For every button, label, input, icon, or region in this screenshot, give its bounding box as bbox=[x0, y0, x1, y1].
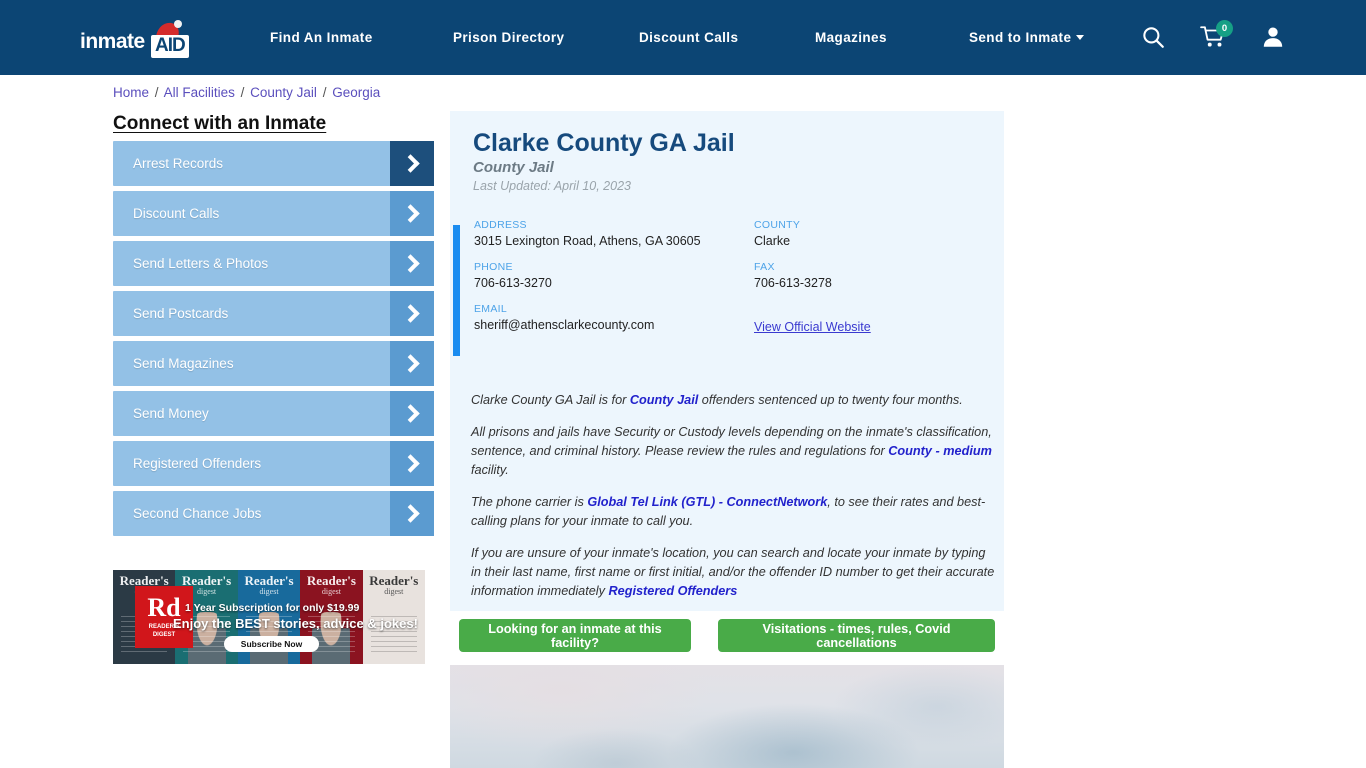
ad-cover-title: Reader's bbox=[369, 573, 419, 588]
breadcrumb: Home / All Facilities / County Jail / Ge… bbox=[113, 85, 380, 100]
ad-cover-sub: digest bbox=[259, 587, 279, 596]
chevron-right-icon bbox=[390, 241, 434, 286]
logo-aid-badge: AID bbox=[151, 35, 189, 58]
subscribe-now-button[interactable]: Subscribe Now bbox=[224, 636, 319, 652]
sidebar-item-second-chance-jobs[interactable]: Second Chance Jobs bbox=[113, 491, 434, 536]
facility-name: Clarke County GA Jail bbox=[473, 129, 735, 157]
link-county-jail[interactable]: County Jail bbox=[630, 393, 698, 407]
chevron-right-icon bbox=[390, 491, 434, 536]
sidebar-item-label: Send Magazines bbox=[133, 356, 234, 371]
desc-text: The phone carrier is bbox=[471, 495, 588, 509]
facility-photo bbox=[450, 665, 1004, 768]
logo-wordmark: inmate bbox=[80, 30, 145, 53]
sidebar-item-label: Second Chance Jobs bbox=[133, 506, 262, 521]
chevron-right-icon bbox=[390, 291, 434, 336]
view-official-website-link[interactable]: View Official Website bbox=[754, 320, 871, 334]
county-value: Clarke bbox=[754, 234, 791, 248]
desc-text: facility. bbox=[471, 463, 509, 477]
chevron-right-icon bbox=[390, 191, 434, 236]
sidebar-item-send-money[interactable]: Send Money bbox=[113, 391, 434, 436]
ad-cover-sub: digest bbox=[384, 587, 404, 596]
link-gtl-connectnetwork[interactable]: Global Tel Link (GTL) - ConnectNetwork bbox=[587, 495, 827, 509]
desc-text: Clarke County GA Jail is for bbox=[471, 393, 630, 407]
facility-type: County Jail bbox=[473, 159, 554, 176]
advertisement-banner[interactable]: Reader's digest Reader's digest Reader's… bbox=[113, 570, 425, 664]
fax-value: 706-613-3278 bbox=[754, 276, 832, 290]
site-header: inmate AID Find An Inmate Prison Directo… bbox=[0, 0, 1366, 75]
facility-info-column-right: COUNTY Clarke FAX 706-613-3278 View Offi… bbox=[754, 219, 871, 336]
facility-description: Clarke County GA Jail is for County Jail… bbox=[471, 391, 997, 614]
address-label: ADDRESS bbox=[474, 219, 527, 231]
ad-cover-title: Reader's bbox=[306, 573, 356, 588]
sidebar-item-send-letters-photos[interactable]: Send Letters & Photos bbox=[113, 241, 434, 286]
chevron-right-icon bbox=[390, 141, 434, 186]
chevron-right-icon bbox=[390, 391, 434, 436]
cart-count-badge: 0 bbox=[1216, 20, 1233, 37]
sidebar-item-label: Send Money bbox=[133, 406, 209, 421]
visitations-button[interactable]: Visitations - times, rules, Covid cancel… bbox=[718, 619, 995, 652]
user-icon[interactable] bbox=[1260, 24, 1286, 50]
sidebar-item-label: Send Postcards bbox=[133, 306, 229, 321]
breadcrumb-separator: / bbox=[322, 85, 327, 100]
breadcrumb-item-county-jail[interactable]: County Jail bbox=[250, 85, 317, 100]
sidebar-item-registered-offenders[interactable]: Registered Offenders bbox=[113, 441, 434, 486]
sidebar-item-arrest-records[interactable]: Arrest Records bbox=[113, 141, 434, 186]
ad-cover-title: Reader's bbox=[244, 573, 294, 588]
breadcrumb-item-all-facilities[interactable]: All Facilities bbox=[164, 85, 235, 100]
email-label: EMAIL bbox=[474, 303, 508, 315]
link-registered-offenders[interactable]: Registered Offenders bbox=[609, 584, 738, 598]
sidebar-item-label: Send Letters & Photos bbox=[133, 256, 269, 271]
looking-for-inmate-button[interactable]: Looking for an inmate at this facility? bbox=[459, 619, 691, 652]
nav-prison-directory[interactable]: Prison Directory bbox=[453, 30, 564, 45]
sidebar-item-label: Discount Calls bbox=[133, 206, 220, 221]
address-value: 3015 Lexington Road, Athens, GA 30605 bbox=[474, 234, 701, 248]
accent-bar bbox=[453, 225, 460, 356]
search-icon[interactable] bbox=[1140, 24, 1166, 50]
chevron-right-icon bbox=[390, 341, 434, 386]
breadcrumb-item-georgia[interactable]: Georgia bbox=[332, 85, 380, 100]
nav-send-to-inmate[interactable]: Send to Inmate bbox=[969, 30, 1085, 45]
nav-discount-calls[interactable]: Discount Calls bbox=[639, 30, 738, 45]
ad-headline: 1 Year Subscription for only $19.99 bbox=[185, 602, 360, 614]
breadcrumb-separator: / bbox=[240, 85, 245, 100]
nav-magazines[interactable]: Magazines bbox=[815, 30, 887, 45]
sidebar-item-label: Registered Offenders bbox=[133, 456, 262, 471]
facility-info-column-left: ADDRESS 3015 Lexington Road, Athens, GA … bbox=[474, 219, 701, 345]
phone-label: PHONE bbox=[474, 261, 513, 273]
nav-find-an-inmate[interactable]: Find An Inmate bbox=[270, 30, 373, 45]
page-title: Connect with an Inmate bbox=[113, 113, 327, 134]
ad-subheadline: Enjoy the BEST stories, advice & jokes! bbox=[173, 616, 418, 631]
description-paragraph-2: All prisons and jails have Security or C… bbox=[471, 423, 997, 480]
link-county-medium[interactable]: County - medium bbox=[888, 444, 992, 458]
description-paragraph-1: Clarke County GA Jail is for County Jail… bbox=[471, 391, 997, 410]
sidebar-item-discount-calls[interactable]: Discount Calls bbox=[113, 191, 434, 236]
county-label: COUNTY bbox=[754, 219, 801, 231]
sidebar-item-send-postcards[interactable]: Send Postcards bbox=[113, 291, 434, 336]
facility-card: Clarke County GA Jail County Jail Last U… bbox=[450, 111, 1004, 611]
email-value: sheriff@athensclarkecounty.com bbox=[474, 318, 655, 332]
facility-info-block: ADDRESS 3015 Lexington Road, Athens, GA … bbox=[453, 219, 1001, 356]
sidebar-item-label: Arrest Records bbox=[133, 156, 224, 171]
fax-label: FAX bbox=[754, 261, 775, 273]
breadcrumb-separator: / bbox=[154, 85, 159, 100]
connect-with-inmate-list: Arrest Records Discount Calls Send Lette… bbox=[113, 141, 434, 541]
nav-send-to-inmate-label: Send to Inmate bbox=[969, 30, 1072, 45]
description-paragraph-4: If you are unsure of your inmate's locat… bbox=[471, 544, 997, 601]
description-paragraph-3: The phone carrier is Global Tel Link (GT… bbox=[471, 493, 997, 531]
phone-value: 706-613-3270 bbox=[474, 276, 552, 290]
chevron-right-icon bbox=[390, 441, 434, 486]
site-logo[interactable]: inmate AID bbox=[80, 18, 200, 58]
breadcrumb-item-home[interactable]: Home bbox=[113, 85, 149, 100]
desc-text: offenders sentenced up to twenty four mo… bbox=[698, 393, 963, 407]
chevron-down-icon bbox=[1076, 34, 1085, 40]
ad-cover-sub: digest bbox=[321, 587, 341, 596]
facility-last-updated: Last Updated: April 10, 2023 bbox=[473, 179, 631, 193]
sidebar-item-send-magazines[interactable]: Send Magazines bbox=[113, 341, 434, 386]
